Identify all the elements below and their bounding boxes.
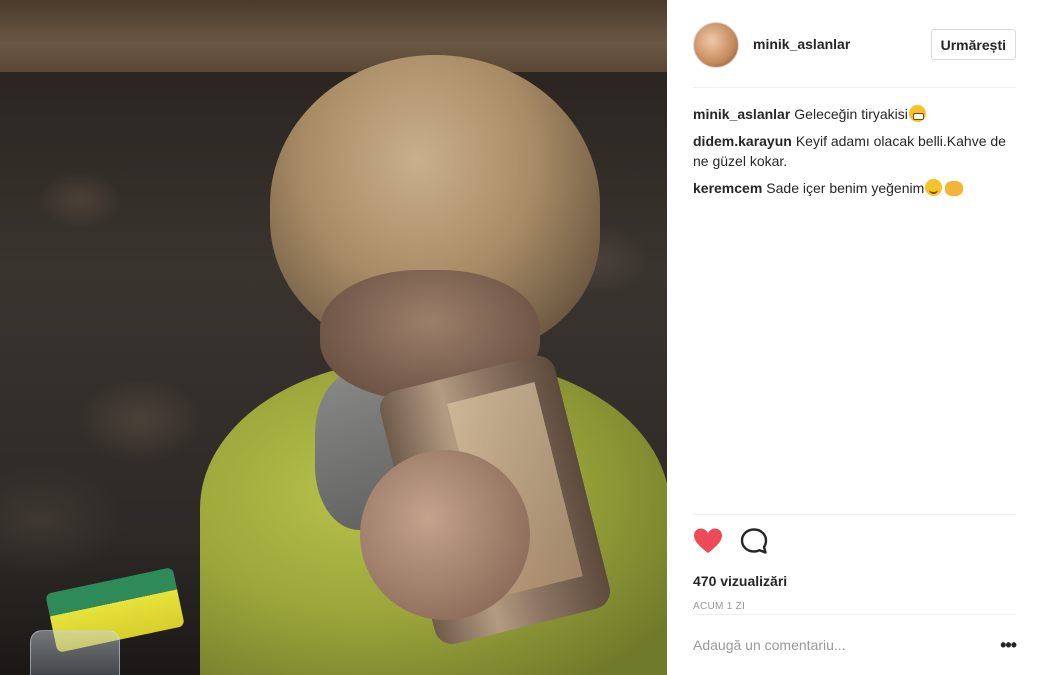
post-actions: 470 vizualizări ACUM 1 ZI	[693, 514, 1016, 614]
caption-text: Geleceğin tiryakisi	[794, 106, 908, 122]
post-header: minik_aslanlar Urmărești	[693, 20, 1016, 88]
grinning-face-emoji-icon	[908, 105, 926, 122]
views-label: vizualizări	[720, 573, 788, 589]
winking-face-emoji-icon	[925, 179, 943, 196]
comment-text: Sade içer benim yeğenim	[766, 180, 925, 196]
photo-child-hand	[360, 450, 530, 620]
comments-list: minik_aslanlar Geleceğin tiryakisi didem.…	[693, 104, 1016, 205]
heart-icon[interactable]	[693, 527, 723, 555]
comment-item: keremcem Sade içer benim yeğenim	[693, 178, 1016, 198]
photo-shelf	[0, 0, 667, 72]
following-button[interactable]: Urmărești	[930, 29, 1016, 60]
views-count: 470 vizualizări	[693, 573, 1016, 589]
comment-input[interactable]	[693, 630, 992, 660]
comment-composer: •••	[693, 614, 1017, 675]
header-username[interactable]: minik_aslanlar	[753, 36, 850, 52]
more-options-icon[interactable]: •••	[992, 635, 1017, 656]
views-number: 470	[693, 573, 717, 589]
avatar[interactable]	[693, 22, 739, 68]
post-side-panel: minik_aslanlar Urmărești minik_aslanlar G…	[667, 0, 1040, 675]
post-photo[interactable]	[0, 0, 667, 675]
comment-bubble-icon[interactable]	[739, 527, 769, 555]
fist-emoji-icon	[945, 181, 964, 196]
caption: minik_aslanlar Geleceğin tiryakisi	[693, 104, 1016, 124]
comment-item: didem.karayun Keyif adamı olacak belli.Ka…	[693, 131, 1016, 171]
comment-author[interactable]: keremcem	[693, 180, 762, 196]
comment-author[interactable]: didem.karayun	[693, 133, 792, 149]
post-timestamp[interactable]: ACUM 1 ZI	[693, 601, 1016, 612]
action-icons	[693, 527, 1016, 555]
photo-glass	[30, 630, 120, 675]
caption-author[interactable]: minik_aslanlar	[693, 106, 790, 122]
